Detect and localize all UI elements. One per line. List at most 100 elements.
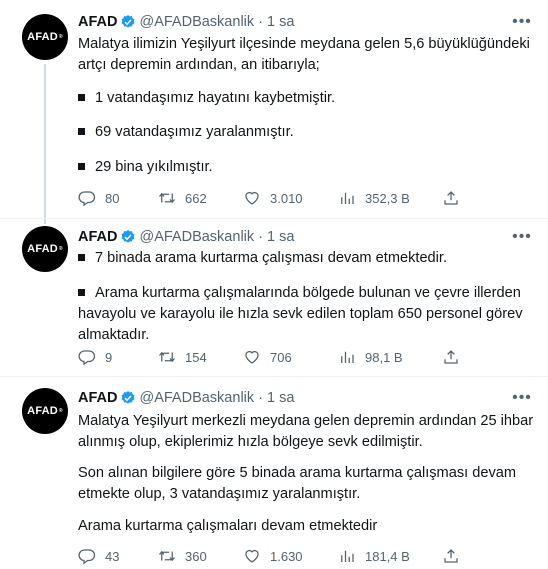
views-icon — [338, 189, 356, 207]
reply-icon — [78, 189, 96, 207]
verified-badge-icon — [120, 14, 136, 30]
verified-badge-icon — [120, 390, 136, 406]
share-icon — [442, 348, 460, 366]
author-name[interactable]: AFAD — [78, 390, 117, 406]
views-icon — [338, 348, 356, 366]
avatar[interactable]: AFAD ® — [22, 388, 68, 434]
avatar[interactable]: AFAD ® — [22, 14, 68, 60]
text-line: Malatya Yeşilyurt merkezli meydana gelen… — [78, 413, 534, 429]
tweet-actions: 9 154 706 98,1 B — [78, 347, 478, 367]
like-button[interactable]: 706 — [243, 347, 292, 367]
views-button[interactable]: 98,1 B — [338, 347, 403, 367]
retweet-icon — [158, 348, 176, 366]
tweet-1[interactable]: AFAD ® AFAD @AFADBaskanlik · 1 sa ••• Mal… — [0, 0, 548, 224]
share-button[interactable] — [442, 347, 460, 367]
bullet-item: 7 binada arama kurtarma çalışması devam … — [78, 248, 528, 269]
views-count: 98,1 B — [365, 349, 403, 365]
tweet-time[interactable]: 1 sa — [267, 390, 294, 406]
text-line: Arama kurtarma çalışmalarında bölgede bu… — [78, 283, 528, 304]
views-button[interactable]: 181,4 B — [338, 546, 410, 566]
bullet-text: 7 binada arama kurtarma çalışması devam … — [95, 250, 448, 266]
retweet-count: 154 — [185, 349, 207, 365]
separator-dot: · — [258, 14, 263, 30]
bullet-item: 1 vatandaşımız hayatını kaybetmiştir. — [78, 88, 528, 109]
tweet-paragraph: Son alınan bilgilere göre 5 binada arama… — [78, 463, 528, 505]
heart-icon — [243, 547, 261, 565]
like-count: 706 — [270, 349, 292, 365]
more-icon[interactable]: ••• — [512, 388, 532, 408]
bullet-item: 29 bina yıkılmıştır. — [78, 157, 528, 178]
separator-dot: · — [258, 229, 263, 245]
retweet-button[interactable]: 360 — [158, 546, 207, 566]
tweet-text: Malatya ilimizin Yeşilyurt ilçesinde mey… — [78, 34, 530, 76]
tweet-actions: 80 662 3.010 352,3 B — [78, 188, 478, 208]
author-handle[interactable]: @AFADBaskanlik — [139, 390, 254, 406]
like-count: 1.630 — [270, 548, 303, 564]
text-line: alınmış olup, ekiplerimiz hızla bölgeye … — [78, 434, 423, 450]
bullet-item: Arama kurtarma çalışmalarında bölgede bu… — [78, 283, 528, 346]
tweet-header: AFAD @AFADBaskanlik · 1 sa — [78, 388, 294, 408]
reply-button[interactable]: 9 — [78, 347, 112, 367]
like-button[interactable]: 3.010 — [243, 188, 303, 208]
reply-count: 9 — [105, 349, 113, 365]
bullet-text: Arama kurtarma çalışmalarında bölgede bu… — [95, 285, 521, 301]
text-line: almaktadır. — [78, 327, 150, 343]
retweet-count: 662 — [185, 190, 207, 206]
tweet-3[interactable]: AFAD ® AFAD @AFADBaskanlik · 1 sa ••• Mal… — [0, 377, 548, 569]
tweet-time[interactable]: 1 sa — [267, 229, 294, 245]
tweet-time[interactable]: 1 sa — [267, 14, 294, 30]
text-line: artçı depremin ardından, an itibarıyla; — [78, 57, 320, 73]
reply-icon — [78, 547, 96, 565]
views-count: 352,3 B — [365, 190, 410, 206]
separator-dot: · — [258, 390, 263, 406]
verified-badge-icon — [120, 229, 136, 245]
tweet-header: AFAD @AFADBaskanlik · 1 sa — [78, 227, 294, 247]
tweet-2[interactable]: AFAD ® AFAD @AFADBaskanlik · 1 sa ••• 7 b… — [0, 219, 548, 376]
tweet-actions: 43 360 1.630 181,4 B — [78, 546, 478, 566]
text-line: Malatya ilimizin Yeşilyurt ilçesinde mey… — [78, 36, 530, 52]
bullet-item: 69 vatandaşımız yaralanmıştır. — [78, 122, 528, 143]
author-name[interactable]: AFAD — [78, 229, 117, 245]
retweet-icon — [158, 547, 176, 565]
views-button[interactable]: 352,3 B — [338, 188, 410, 208]
avatar-logo-text: AFAD — [27, 31, 58, 43]
bullet-text: 29 bina yıkılmıştır. — [95, 159, 213, 175]
share-icon — [442, 547, 460, 565]
tweet-paragraph: Malatya Yeşilyurt merkezli meydana gelen… — [78, 411, 534, 453]
text-line: Son alınan bilgilere göre 5 binada arama… — [78, 465, 517, 481]
bullet-text: 69 vatandaşımız yaralanmıştır. — [95, 124, 294, 140]
bullet-text: 1 vatandaşımız hayatını kaybetmiştir. — [95, 90, 336, 106]
heart-icon — [243, 348, 261, 366]
avatar-logo-text: AFAD — [27, 243, 58, 255]
share-button[interactable] — [442, 546, 460, 566]
heart-icon — [243, 189, 261, 207]
retweet-button[interactable]: 662 — [158, 188, 207, 208]
thread-line — [44, 64, 46, 224]
more-icon[interactable]: ••• — [512, 227, 532, 247]
bullet-square-icon — [78, 162, 85, 170]
reply-count: 43 — [105, 548, 120, 564]
more-icon[interactable]: ••• — [512, 12, 532, 32]
author-name[interactable]: AFAD — [78, 14, 117, 30]
tweet-header: AFAD @AFADBaskanlik · 1 sa — [78, 12, 294, 32]
reply-count: 80 — [105, 190, 120, 206]
text-line: Arama kurtarma çalışmaları devam etmekte… — [78, 518, 378, 534]
author-handle[interactable]: @AFADBaskanlik — [139, 14, 254, 30]
avatar[interactable]: AFAD ® — [22, 226, 68, 272]
bullet-square-icon — [78, 288, 85, 296]
bullet-square-icon — [78, 127, 85, 135]
author-handle[interactable]: @AFADBaskanlik — [139, 229, 254, 245]
views-count: 181,4 B — [365, 548, 410, 564]
like-button[interactable]: 1.630 — [243, 546, 303, 566]
retweet-icon — [158, 189, 176, 207]
like-count: 3.010 — [270, 190, 303, 206]
retweet-button[interactable]: 154 — [158, 347, 207, 367]
reply-button[interactable]: 80 — [78, 188, 119, 208]
reply-button[interactable]: 43 — [78, 546, 119, 566]
text-line: etmekte olup, 3 vatandaşımız yaralanmışt… — [78, 486, 361, 502]
avatar-logo-text: AFAD — [27, 405, 58, 417]
share-button[interactable] — [442, 188, 460, 208]
text-line: havayolu ve karayolu ile hızla sevk edil… — [78, 306, 523, 322]
bullet-square-icon — [78, 93, 85, 101]
retweet-count: 360 — [185, 548, 207, 564]
